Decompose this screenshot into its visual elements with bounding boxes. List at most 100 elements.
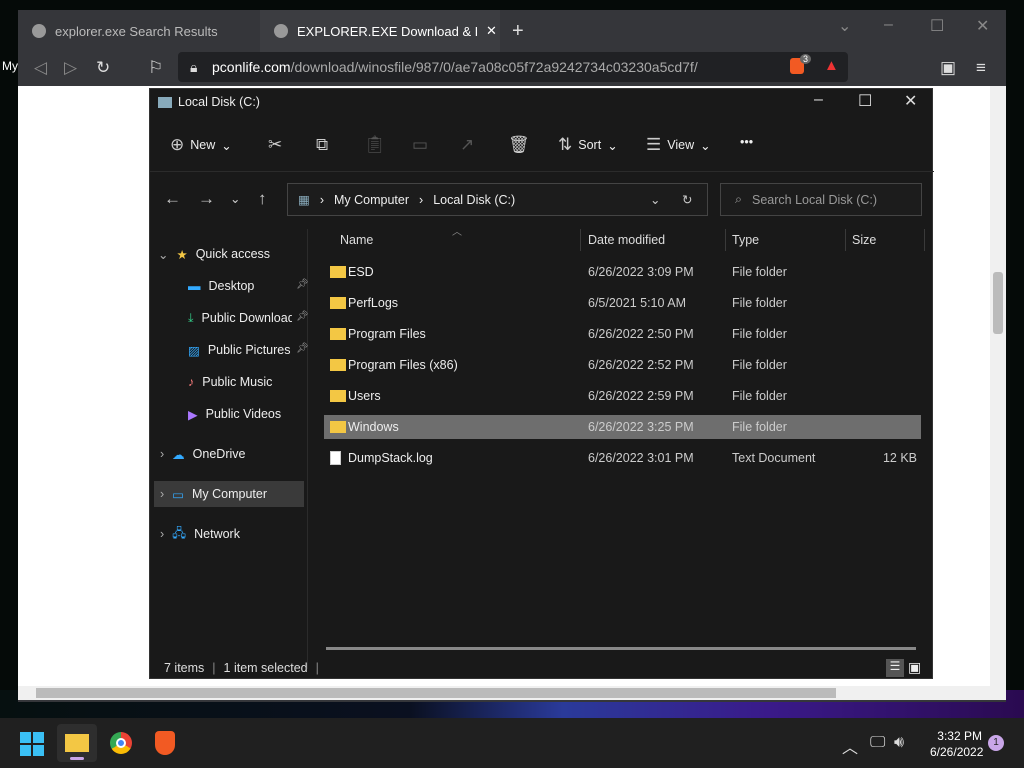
new-button[interactable]: ⊕ New ⌄	[170, 135, 232, 155]
file-name: Program Files (x86)	[348, 358, 458, 372]
file-row[interactable]: Users 6/26/2022 2:59 PM File folder	[324, 384, 921, 408]
pin-icon[interactable]: 📌︎	[296, 279, 309, 290]
taskbar-file-explorer[interactable]	[57, 724, 97, 762]
delete-icon[interactable]: 🗑︎	[508, 135, 530, 155]
file-name: Program Files	[348, 327, 426, 341]
url-domain: pconlife.com	[212, 59, 291, 75]
forward-icon[interactable]: ▷	[64, 58, 77, 78]
back-icon[interactable]: ←	[164, 189, 181, 209]
column-header-size[interactable]: Size	[852, 233, 876, 247]
rename-icon[interactable]: ▭	[412, 135, 428, 155]
refresh-icon[interactable]: ↻	[682, 192, 692, 207]
close-button[interactable]: ✕	[976, 16, 989, 36]
file-row[interactable]: PerfLogs 6/5/2021 5:10 AM File folder	[324, 291, 921, 315]
explorer-minimize-button[interactable]: –	[814, 91, 823, 109]
chevron-right-icon: ›	[319, 192, 324, 207]
sort-button[interactable]: ⇅ Sort ⌄	[558, 135, 618, 155]
column-divider[interactable]	[924, 229, 925, 251]
nav-quick-access[interactable]: ⌄ ★ Quick access	[158, 241, 270, 267]
tiles-view-icon[interactable]: ▣	[908, 659, 921, 676]
nav-onedrive[interactable]: › ☁ OneDrive	[160, 441, 245, 467]
recent-locations-icon[interactable]: ⌄	[230, 191, 240, 206]
drive-icon	[158, 96, 172, 108]
wallet-icon[interactable]: ▣	[940, 58, 956, 78]
chrome-icon[interactable]	[110, 732, 132, 754]
file-row[interactable]: Windows 6/26/2022 3:25 PM File folder	[324, 415, 921, 439]
address-path[interactable]: ▦ › My Computer › Local Disk (C:) ⌄ ↻	[287, 183, 708, 216]
tab-explorer-download[interactable]: EXPLORER.EXE Download & Fix Fo ✕	[260, 10, 500, 52]
breadcrumb-my-computer[interactable]: My Computer	[334, 193, 409, 207]
file-date: 6/5/2021 5:10 AM	[588, 296, 686, 310]
nav-public-downloads[interactable]: ⤓ Public Downloads	[188, 305, 292, 331]
cut-icon[interactable]: ✂	[268, 135, 282, 155]
volume-icon[interactable]: 🔊︎	[894, 734, 904, 752]
explorer-close-button[interactable]: ✕	[904, 91, 917, 111]
file-row[interactable]: Program Files 6/26/2022 2:50 PM File fol…	[324, 322, 921, 346]
share-icon[interactable]: ↗	[460, 135, 474, 155]
minimize-button[interactable]: –	[884, 16, 893, 34]
sort-icon: ⇅	[558, 135, 573, 154]
nav-label: OneDrive	[192, 447, 246, 461]
search-placeholder: Search Local Disk (C:)	[752, 192, 878, 207]
breadcrumb-local-disk[interactable]: Local Disk (C:)	[433, 193, 515, 207]
column-divider[interactable]	[580, 229, 581, 251]
notification-badge[interactable]: 1	[988, 735, 1004, 751]
search-input[interactable]: ⌕ Search Local Disk (C:)	[720, 183, 922, 216]
tab-search-results[interactable]: explorer.exe Search Results	[18, 10, 258, 52]
videos-icon: ▶	[188, 407, 198, 422]
copy-icon[interactable]: ⧉	[316, 135, 328, 155]
nav-label: Public Music	[202, 375, 273, 389]
vertical-scrollbar[interactable]	[990, 86, 1006, 686]
up-icon[interactable]: ↑	[258, 189, 267, 209]
paste-icon[interactable]: 📋︎	[364, 135, 386, 155]
nav-label: Public Downloads	[201, 311, 292, 325]
more-options-button[interactable]: •••	[740, 135, 753, 149]
address-bar[interactable]: 🔒︎ pconlife.com/download/winosfile/987/0/…	[178, 52, 848, 82]
maximize-button[interactable]: ☐	[930, 16, 944, 36]
back-icon[interactable]: ◁	[34, 58, 47, 78]
nav-public-music[interactable]: ♪ Public Music	[188, 369, 272, 395]
clock[interactable]: 3:32 PM 6/26/2022	[930, 728, 983, 760]
reload-icon[interactable]: ↻	[96, 58, 110, 78]
brave-icon[interactable]	[155, 731, 175, 755]
nav-my-computer[interactable]: › ▭ My Computer	[154, 481, 304, 507]
column-header-date[interactable]: Date modified	[588, 233, 665, 247]
column-header-type[interactable]: Type	[732, 233, 759, 247]
network-icon[interactable]: 🖵︎	[870, 734, 885, 752]
nav-label: Public Videos	[205, 407, 282, 421]
forward-icon[interactable]: →	[198, 189, 215, 209]
column-header-name[interactable]: Name	[340, 233, 373, 247]
column-divider[interactable]	[845, 229, 846, 251]
column-divider[interactable]	[725, 229, 726, 251]
file-type: File folder	[732, 358, 787, 372]
bookmark-icon[interactable]: ⚐	[148, 58, 163, 78]
text-file-icon	[330, 451, 341, 465]
brave-rewards-icon[interactable]: ▲	[824, 57, 839, 74]
file-type: File folder	[732, 389, 787, 403]
nav-public-videos[interactable]: ▶ Public Videos	[188, 401, 281, 427]
file-name: Users	[348, 389, 381, 403]
chevron-down-icon[interactable]: ⌄	[650, 192, 660, 207]
pin-icon[interactable]: 📌︎	[296, 343, 309, 354]
nav-desktop[interactable]: ▬ Desktop	[188, 273, 304, 299]
vertical-scroll-thumb[interactable]	[993, 272, 1003, 334]
menu-icon[interactable]: ≡	[976, 58, 986, 78]
nav-public-pictures[interactable]: ▨ Public Pictures	[188, 337, 292, 363]
new-tab-button[interactable]: +	[512, 20, 524, 43]
start-button[interactable]	[20, 732, 44, 756]
chevron-down-icon: ⌄	[700, 138, 711, 153]
pin-icon[interactable]: 📌︎	[296, 311, 309, 322]
explorer-maximize-button[interactable]: ☐	[858, 91, 872, 111]
file-list-scrollbar[interactable]	[326, 647, 916, 650]
show-hidden-icons[interactable]: ︿	[842, 734, 858, 758]
view-button[interactable]: ☰ View ⌄	[646, 135, 711, 155]
file-row[interactable]: DumpStack.log 6/26/2022 3:01 PM Text Doc…	[324, 446, 921, 470]
view-icon: ☰	[646, 135, 662, 154]
file-row[interactable]: Program Files (x86) 6/26/2022 2:52 PM Fi…	[324, 353, 921, 377]
close-tab-icon[interactable]: ✕	[486, 23, 497, 39]
details-view-icon[interactable]: ☰	[886, 659, 904, 677]
horizontal-scroll-thumb[interactable]	[36, 688, 836, 698]
nav-network[interactable]: › 🖧︎ Network	[160, 521, 240, 547]
file-row[interactable]: ESD 6/26/2022 3:09 PM File folder	[324, 260, 921, 284]
tab-search-icon[interactable]: ⌄	[838, 16, 851, 36]
